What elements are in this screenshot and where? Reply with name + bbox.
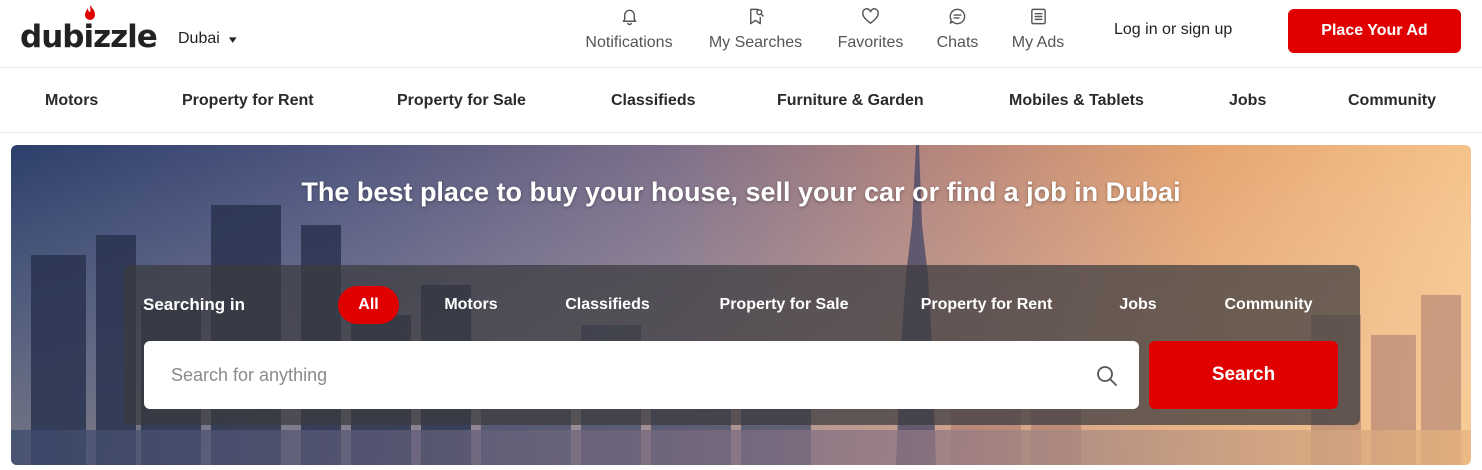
notifications-link[interactable]: Notifications xyxy=(581,7,677,59)
dubizzle-logo[interactable]: dubizzle xyxy=(20,5,158,56)
login-signup-link[interactable]: Log in or sign up xyxy=(1114,21,1232,39)
search-field-container xyxy=(144,341,1139,409)
city-selector[interactable]: Dubai ▾ xyxy=(178,30,237,48)
my-ads-label: My Ads xyxy=(1011,34,1065,51)
category-jobs[interactable]: Jobs xyxy=(1229,92,1266,110)
search-tab-community[interactable]: Community xyxy=(1221,286,1316,324)
favorites-link[interactable]: Favorites xyxy=(835,7,906,59)
chevron-down-icon: ▾ xyxy=(228,33,237,46)
bell-icon xyxy=(622,9,636,26)
list-doc-icon xyxy=(1030,8,1046,25)
search-tab-all[interactable]: All xyxy=(338,286,399,324)
chats-link[interactable]: Chats xyxy=(935,7,980,59)
favorites-label: Favorites xyxy=(837,34,904,51)
search-tab-jobs[interactable]: Jobs xyxy=(1118,286,1158,324)
city-name: Dubai xyxy=(178,30,220,47)
hero-title: The best place to buy your house, sell y… xyxy=(301,177,1181,207)
search-tab-motors[interactable]: Motors xyxy=(442,286,500,324)
category-nav: Motors Property for Rent Property for Sa… xyxy=(0,69,1482,133)
search-tab-property-for-rent[interactable]: Property for Rent xyxy=(916,286,1057,324)
heart-icon xyxy=(862,8,879,24)
top-header: dubizzle Dubai ▾ Notifications My Search… xyxy=(0,0,1482,68)
notifications-label: Notifications xyxy=(585,34,673,51)
flame-icon xyxy=(85,5,95,20)
category-motors[interactable]: Motors xyxy=(45,92,98,110)
search-icon[interactable] xyxy=(1096,365,1118,387)
category-furniture-garden[interactable]: Furniture & Garden xyxy=(777,92,924,110)
category-property-for-sale[interactable]: Property for Sale xyxy=(397,92,526,110)
search-input[interactable] xyxy=(144,341,1084,409)
place-your-ad-button[interactable]: Place Your Ad xyxy=(1288,9,1461,53)
category-classifieds[interactable]: Classifieds xyxy=(611,92,695,110)
category-mobiles-tablets[interactable]: Mobiles & Tablets xyxy=(1009,92,1144,110)
saved-search-icon xyxy=(750,8,764,25)
category-community[interactable]: Community xyxy=(1348,92,1436,110)
my-searches-link[interactable]: My Searches xyxy=(706,7,805,59)
my-searches-label: My Searches xyxy=(708,34,803,51)
logo-wordmark: dubizzle xyxy=(20,19,158,55)
hero-banner: The best place to buy your house, sell y… xyxy=(11,145,1471,465)
search-tab-classifieds[interactable]: Classifieds xyxy=(563,286,652,324)
category-property-for-rent[interactable]: Property for Rent xyxy=(182,92,314,110)
my-ads-link[interactable]: My Ads xyxy=(1009,7,1067,59)
chats-label: Chats xyxy=(936,34,979,51)
searching-in-label: Searching in xyxy=(143,295,246,314)
chat-bubble-icon xyxy=(949,8,966,25)
search-button[interactable]: Search xyxy=(1149,341,1338,409)
search-panel: Searching in All Motors Classifieds Prop… xyxy=(124,265,1360,425)
search-tab-property-for-sale[interactable]: Property for Sale xyxy=(715,286,853,324)
